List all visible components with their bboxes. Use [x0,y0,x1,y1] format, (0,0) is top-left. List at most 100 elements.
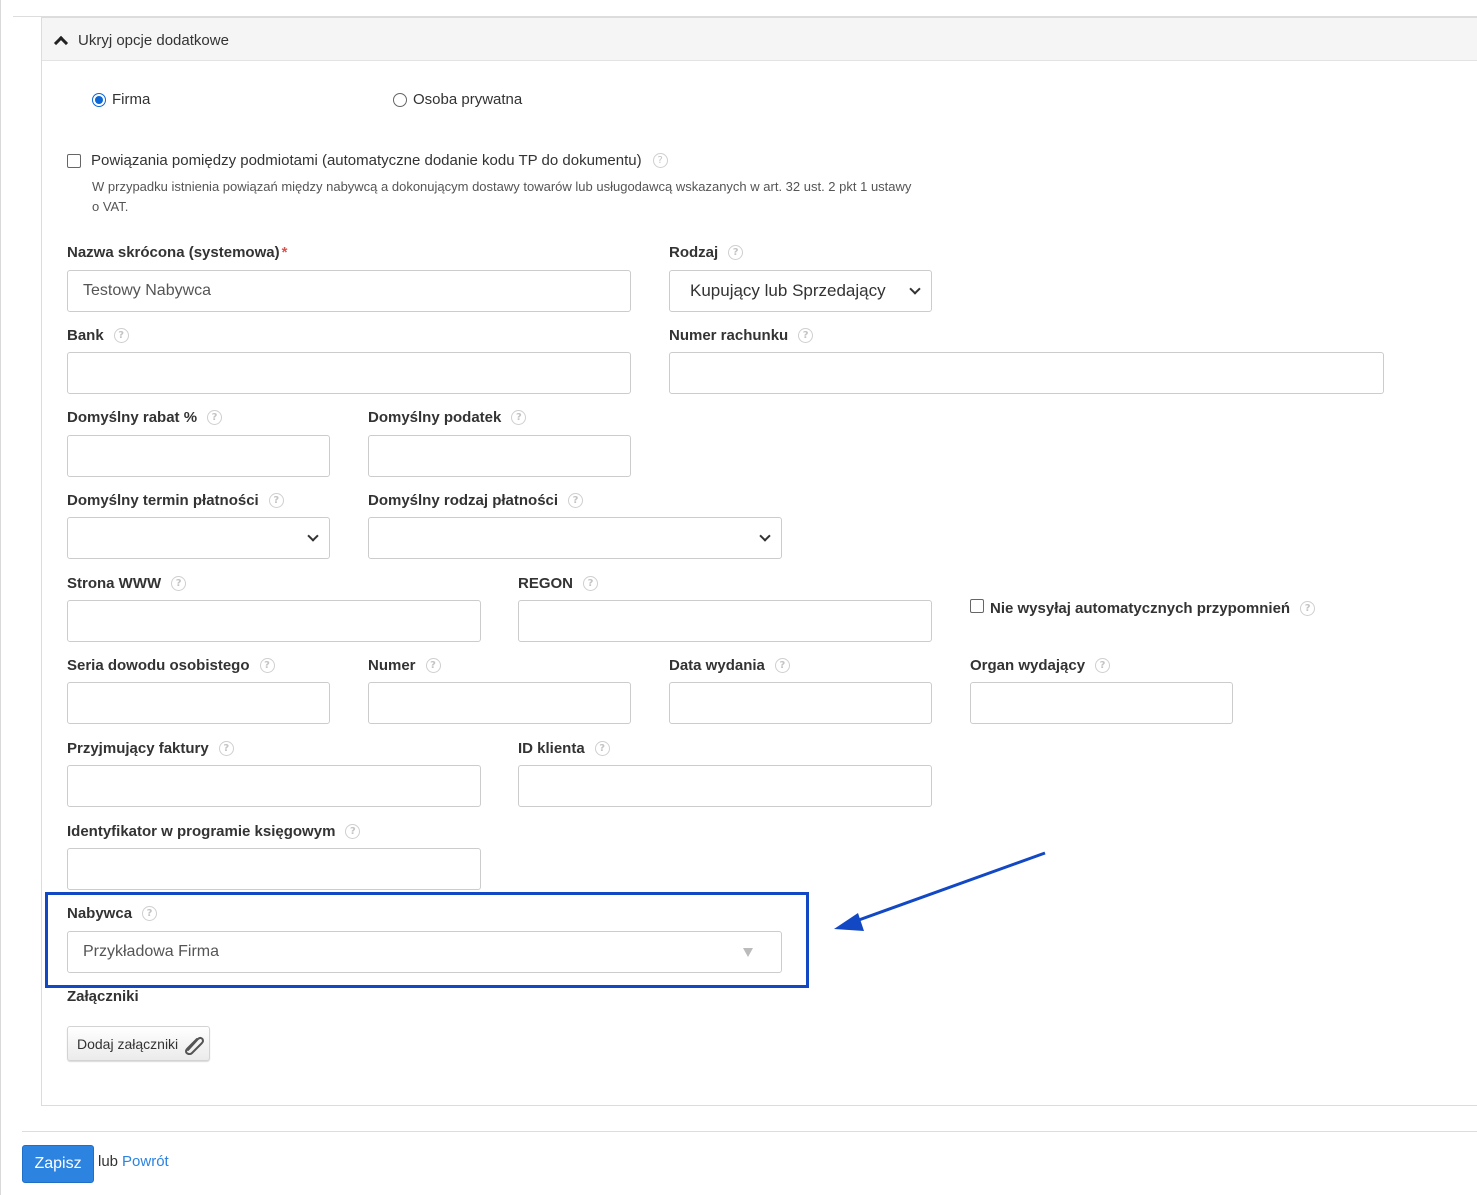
help-icon[interactable]: ? [594,740,610,756]
default-discount-label: Domyślny rabat % ? [67,407,223,427]
accounting-id-label: Identyfikator w programie księgowym ? [67,821,361,841]
buyer-select[interactable]: Przykładowa Firma [67,931,782,973]
help-icon[interactable]: ? [113,327,129,343]
bank-label-text: Bank [67,326,104,344]
default-discount-input[interactable] [67,435,330,477]
invoice-receiver-input[interactable] [67,765,481,807]
radio-private-person-control[interactable] [393,92,407,107]
help-icon[interactable]: ? [259,657,275,673]
related-entities-option[interactable]: Powiązania pomiędzy podmiotami (automaty… [67,152,668,169]
help-icon[interactable]: ? [652,153,668,168]
client-id-label-text: ID klienta [518,739,585,757]
website-label-text: Strona WWW [67,574,162,592]
no-reminders-option[interactable]: Nie wysyłaj automatycznych przypomnień ? [970,598,1316,618]
attachments-label: Załączniki [67,987,139,1005]
help-icon[interactable]: ? [425,657,441,673]
payment-term-label-text: Domyślny termin płatności [67,491,259,509]
short-name-label-text: Nazwa skrócona (systemowa) [67,243,280,261]
payment-type-select[interactable] [368,517,782,559]
related-entities-checkbox[interactable] [67,153,81,168]
issuer-input[interactable] [970,682,1233,724]
account-number-input[interactable] [669,352,1384,394]
client-id-input[interactable] [518,765,932,807]
client-id-label: ID klienta ? [518,738,610,758]
payment-type-label: Domyślny rodzaj płatności ? [368,490,584,510]
issuer-label: Organ wydający ? [970,655,1111,675]
help-icon[interactable]: ? [142,905,158,921]
page-left-border [0,0,1,1195]
website-input[interactable] [67,600,481,642]
help-icon[interactable]: ? [1095,657,1111,673]
add-attachments-label: Dodaj załączniki [77,1035,179,1052]
footer-links: lub Powrót [98,1153,169,1170]
chevron-down-icon [759,529,771,542]
buyer-label-text: Nabywca [67,904,133,922]
paperclip-icon [185,1036,205,1055]
bank-label: Bank ? [67,325,129,345]
short-name-label: Nazwa skrócona (systemowa) * [67,242,287,262]
panel-header [42,18,1477,61]
id-number-label-text: Numer [368,656,416,674]
payment-type-label-text: Domyślny rodzaj płatności [368,491,559,509]
radio-private-person[interactable]: Osoba prywatna [393,91,522,108]
invoice-receiver-label-text: Przyjmujący faktury [67,739,209,757]
issue-date-label: Data wydania ? [669,655,790,675]
help-icon[interactable]: ? [583,575,599,591]
chevron-down-icon [307,529,319,542]
id-number-input[interactable] [368,682,631,724]
help-icon[interactable]: ? [1300,600,1316,616]
help-icon[interactable]: ? [171,575,187,591]
invoice-receiver-label: Przyjmujący faktury ? [67,738,234,758]
default-tax-input[interactable] [368,435,631,477]
help-icon[interactable]: ? [511,409,527,425]
save-button[interactable]: Zapisz [22,1145,94,1183]
kind-label: Rodzaj ? [669,242,744,262]
footer-divider [22,1131,1477,1132]
id-series-label-text: Seria dowodu osobistego [67,656,250,674]
bank-input[interactable] [67,352,631,394]
buyer-label: Nabywca ? [67,903,158,923]
regon-label: REGON ? [518,573,599,593]
radio-firma-control[interactable] [92,92,106,107]
short-name-value: Testowy Nabywca [83,282,212,299]
accounting-id-label-text: Identyfikator w programie księgowym [67,822,336,840]
short-name-input[interactable]: Testowy Nabywca [67,270,631,312]
issue-date-input[interactable] [669,682,932,724]
related-entities-label: Powiązania pomiędzy podmiotami (automaty… [91,152,642,169]
related-entities-hint: W przypadku istnienia powiązań między na… [92,179,912,214]
default-tax-label-text: Domyślny podatek [368,408,502,426]
hide-options-toggle[interactable]: Ukryj opcje dodatkowe [52,30,229,50]
kind-select[interactable]: Kupujący lub Sprzedający [669,270,932,312]
payment-term-select[interactable] [67,517,330,559]
help-icon[interactable]: ? [207,409,223,425]
payment-term-label: Domyślny termin płatności ? [67,490,284,510]
radio-firma[interactable]: Firma [92,91,150,108]
kind-select-value: Kupujący lub Sprzedający [690,281,886,300]
account-number-label-text: Numer rachunku [669,326,789,344]
id-number-label: Numer ? [368,655,441,675]
back-link[interactable]: Powrót [122,1153,169,1170]
buyer-select-value: Przykładowa Firma [83,943,220,960]
no-reminders-label: Nie wysyłaj automatycznych przypomnień [990,599,1291,617]
help-icon[interactable]: ? [218,740,234,756]
help-icon[interactable]: ? [568,492,584,508]
id-series-label: Seria dowodu osobistego ? [67,655,275,675]
website-label: Strona WWW ? [67,573,187,593]
radio-firma-label: Firma [112,91,151,108]
kind-label-text: Rodzaj [669,243,719,261]
help-icon[interactable]: ? [345,823,361,839]
id-series-input[interactable] [67,682,330,724]
required-marker: * [281,243,288,261]
help-icon[interactable]: ? [774,657,790,673]
hide-options-label: Ukryj opcje dodatkowe [78,31,229,49]
chevron-up-icon [53,35,69,50]
help-icon[interactable]: ? [798,327,814,343]
accounting-id-input[interactable] [67,848,481,890]
regon-input[interactable] [518,600,932,642]
issuer-label-text: Organ wydający [970,656,1086,674]
help-icon[interactable]: ? [728,244,744,260]
no-reminders-checkbox[interactable] [970,599,984,613]
help-icon[interactable]: ? [268,492,284,508]
or-text: lub [98,1153,119,1170]
add-attachments-button[interactable]: Dodaj załączniki [67,1026,210,1061]
